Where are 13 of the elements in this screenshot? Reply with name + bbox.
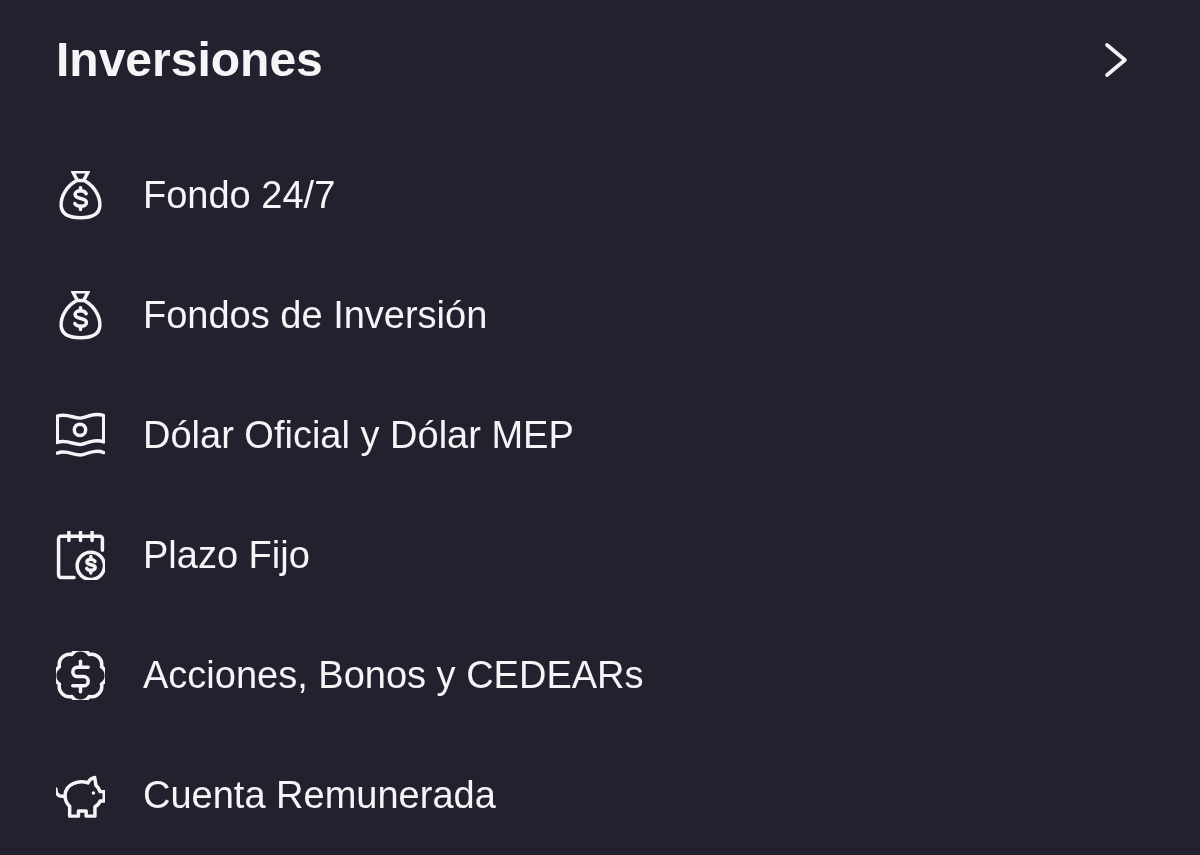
money-bag-icon <box>56 290 105 340</box>
menu-item[interactable]: Fondos de Inversión <box>0 255 504 375</box>
calendar-dollar-icon <box>56 530 105 580</box>
menu-item[interactable]: Dólar Oficial y Dólar MEP <box>0 375 590 495</box>
menu-item[interactable]: Fondo 24/7 <box>0 135 352 255</box>
section-title: Inversiones <box>56 36 323 84</box>
badge-dollar-icon <box>56 650 105 700</box>
menu-item[interactable]: Cuenta Remunerada <box>0 735 512 855</box>
menu-item[interactable]: Acciones, Bonos y CEDEARs <box>0 615 660 735</box>
banknote-icon <box>56 410 105 460</box>
chevron-right-icon[interactable] <box>1104 42 1128 78</box>
money-bag-icon <box>56 170 105 220</box>
menu-item[interactable]: Plazo Fijo <box>0 495 326 615</box>
